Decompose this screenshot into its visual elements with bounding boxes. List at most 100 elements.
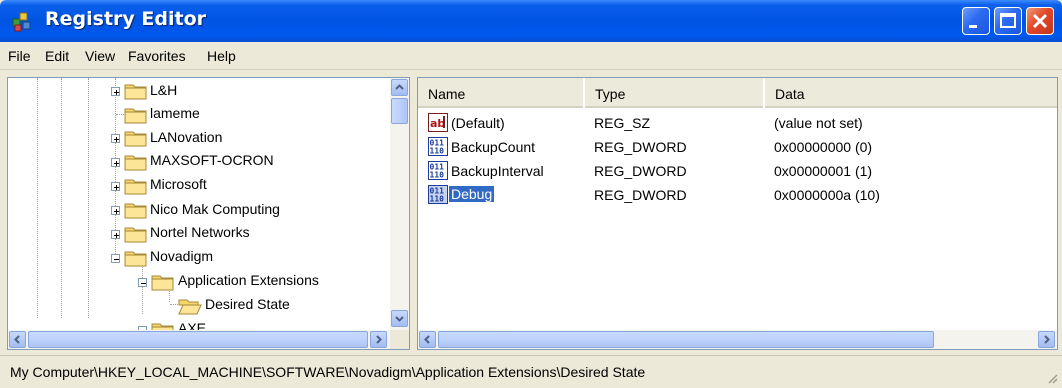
value-type: REG_DWORD (594, 163, 687, 179)
dword-value-icon: 011 110 (428, 137, 448, 156)
scroll-up-button[interactable] (391, 79, 408, 96)
dword-value-icon: 011 110 (428, 161, 448, 180)
plus-icon (114, 185, 119, 190)
folder-icon (124, 108, 147, 124)
key-tree-pane[interactable]: L&H lameme LANovation MAXSOFT-OCRON Micr… (7, 77, 410, 350)
maximize-button[interactable] (994, 7, 1022, 35)
column-header-data[interactable]: Data (765, 78, 1057, 108)
column-header-data-label: Data (775, 86, 805, 102)
tree-item-maxsoft-ocron[interactable]: MAXSOFT-OCRON (150, 152, 274, 168)
dword-value-icon: 011 110 (428, 185, 448, 204)
menu-edit[interactable]: Edit (45, 48, 69, 64)
scroll-left-button[interactable] (419, 331, 436, 348)
svg-text:110: 110 (430, 195, 445, 204)
column-header-name[interactable]: Name (418, 78, 583, 108)
folder-icon (124, 251, 147, 267)
tree-scroll-thumb-horizontal[interactable] (28, 331, 368, 348)
value-name: Debug (449, 186, 495, 202)
folder-icon (151, 275, 174, 291)
value-data: 0x0000000a (10) (774, 187, 880, 203)
collapse-button[interactable] (138, 278, 147, 287)
expand-button[interactable] (111, 87, 120, 96)
scroll-down-button[interactable] (391, 310, 408, 327)
string-value-icon: ab (428, 113, 448, 132)
scroll-left-button[interactable] (9, 331, 26, 348)
title-bar[interactable]: Registry Editor (0, 0, 1062, 42)
menu-favorites[interactable]: Favorites (128, 48, 186, 64)
folder-icon (124, 227, 147, 243)
tree-item-novadigm[interactable]: Novadigm (150, 248, 213, 264)
plus-icon (114, 90, 119, 95)
tree-item-nortel-networks[interactable]: Nortel Networks (150, 224, 250, 240)
column-separator[interactable] (583, 82, 584, 102)
svg-text:110: 110 (430, 171, 445, 180)
scroll-right-button[interactable] (1038, 331, 1055, 348)
menu-bar: File Edit View Favorites Help (0, 42, 1062, 70)
status-path: My Computer\HKEY_LOCAL_MACHINE\SOFTWARE\… (10, 364, 646, 380)
value-name: (Default) (451, 115, 505, 131)
value-data: 0x00000000 (0) (774, 139, 873, 155)
menu-view[interactable]: View (85, 48, 115, 64)
folder-icon (124, 155, 147, 171)
menu-file[interactable]: File (8, 48, 31, 64)
plus-icon (114, 161, 119, 166)
tree-item-lameme[interactable]: lameme (150, 105, 200, 121)
expand-button[interactable] (111, 182, 120, 191)
value-name: BackupInterval (451, 163, 544, 179)
folder-icon (124, 131, 147, 147)
tree-vertical-scrollbar[interactable] (390, 78, 409, 330)
list-horizontal-scrollbar[interactable] (418, 330, 1057, 349)
tree-guide-line (142, 264, 143, 314)
tree-item-application-extensions[interactable]: Application Extensions (178, 272, 319, 288)
arrow-right-icon (1044, 335, 1050, 344)
tree-scroll-thumb[interactable] (391, 98, 408, 124)
minimize-button[interactable] (962, 7, 990, 35)
value-data: 0x00000001 (1) (774, 163, 873, 179)
minus-icon (141, 283, 146, 284)
expand-button[interactable] (111, 158, 120, 167)
column-header-type[interactable]: Type (585, 78, 763, 108)
arrow-down-icon (395, 316, 404, 322)
folder-icon (124, 84, 147, 100)
folder-icon (124, 203, 147, 219)
maximize-icon (1000, 13, 1016, 28)
value-type: REG_DWORD (594, 187, 687, 203)
tree-item-microsoft[interactable]: Microsoft (150, 176, 207, 192)
scroll-right-button[interactable] (370, 331, 387, 348)
expand-button[interactable] (111, 134, 120, 143)
open-folder-icon (178, 299, 202, 315)
plus-icon (114, 209, 119, 214)
values-list-pane[interactable]: Name Type Data ab (Default) REG_SZ (valu… (417, 77, 1058, 350)
size-grip-icon[interactable] (1046, 372, 1058, 384)
list-scroll-thumb[interactable] (438, 331, 934, 348)
expand-button[interactable] (111, 230, 120, 239)
arrow-left-icon (14, 335, 20, 344)
tree-item-lanovation[interactable]: LANovation (150, 129, 222, 145)
column-header-type-label: Type (595, 86, 626, 102)
folder-icon (124, 179, 147, 195)
status-bar: My Computer\HKEY_LOCAL_MACHINE\SOFTWARE\… (0, 355, 1062, 388)
tree-item-desired-state[interactable]: Desired State (205, 296, 290, 312)
value-type: REG_DWORD (594, 139, 687, 155)
plus-icon (114, 137, 119, 142)
tree-item-nico-mak-computing[interactable]: Nico Mak Computing (150, 201, 280, 217)
arrow-right-icon (376, 335, 382, 344)
menu-help[interactable]: Help (207, 48, 236, 64)
tree-horizontal-scrollbar[interactable] (8, 330, 390, 349)
value-name: BackupCount (451, 139, 536, 155)
window-title: Registry Editor (45, 8, 206, 30)
registry-editor-icon (12, 12, 31, 32)
value-data: (value not set) (774, 115, 863, 131)
tree-item-lh[interactable]: L&H (150, 82, 177, 98)
arrow-left-icon (424, 335, 430, 344)
tree-guide-line (61, 78, 62, 318)
value-type: REG_SZ (594, 115, 651, 131)
arrow-up-icon (395, 84, 404, 90)
column-header-name-label: Name (428, 86, 466, 102)
close-button[interactable] (1026, 7, 1054, 35)
expand-button[interactable] (111, 206, 120, 215)
svg-text:110: 110 (430, 147, 445, 156)
plus-icon (114, 233, 119, 238)
collapse-button[interactable] (111, 254, 120, 263)
column-separator[interactable] (763, 82, 764, 102)
